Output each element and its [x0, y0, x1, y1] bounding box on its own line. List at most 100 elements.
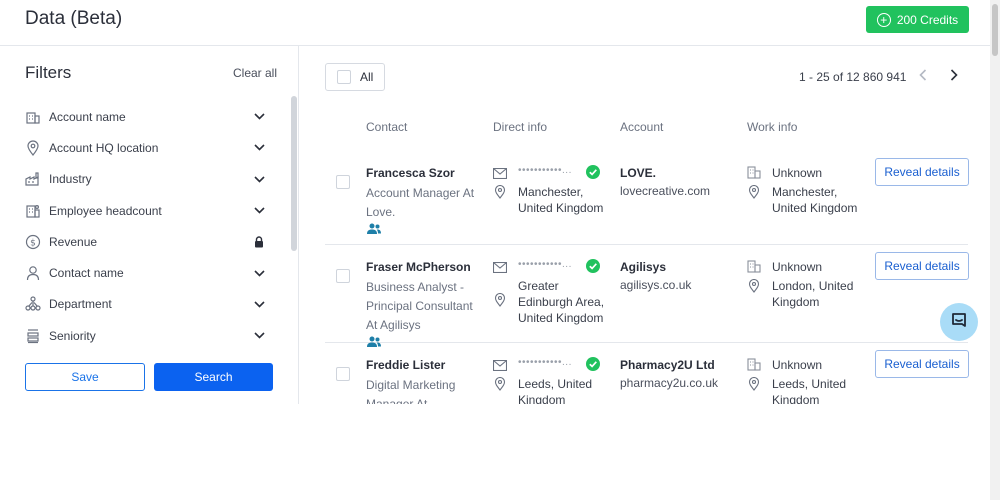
filter-department[interactable]: Department [25, 289, 265, 320]
location-pin-icon [494, 292, 506, 307]
select-all-checkbox[interactable] [337, 70, 351, 84]
row-checkbox[interactable] [336, 175, 350, 189]
contact-location: Greater Edinburgh Area, United Kingdom [518, 279, 605, 325]
contact-title: Account Manager At Love. [366, 186, 475, 219]
filter-seniority[interactable]: Seniority [25, 320, 265, 351]
filter-label: Revenue [49, 234, 98, 249]
chevron-down-icon [253, 173, 265, 185]
work-status: Unknown [772, 260, 823, 274]
select-all-label: All [360, 70, 374, 84]
location-pin-icon [748, 278, 760, 293]
filter-label: Department [49, 297, 112, 312]
filter-list: Account name Account HQ location Industr… [25, 101, 265, 351]
lock-icon [253, 236, 265, 248]
account-name[interactable]: Pharmacy2U Ltd [620, 358, 715, 372]
filter-label: Employee headcount [49, 203, 162, 218]
column-header-account: Account [620, 120, 664, 134]
work-location: London, United Kingdom [772, 279, 854, 309]
filters-scrollbar[interactable] [291, 96, 297, 251]
table-row: Freddie Lister Digital Marketing Manager… [325, 343, 969, 404]
verified-check-icon [586, 357, 600, 371]
column-header-contact: Contact [366, 120, 408, 134]
account-name[interactable]: Agilisys [620, 260, 666, 274]
building-icon [747, 357, 761, 371]
work-location: Manchester, United Kingdom [772, 185, 858, 215]
location-pin-icon [748, 376, 760, 391]
reveal-details-button[interactable]: Reveal details [875, 252, 969, 280]
chevron-down-icon [253, 142, 265, 154]
person-icon [25, 265, 41, 281]
filter-label: Industry [49, 172, 92, 187]
mail-icon [492, 260, 508, 274]
filter-account-name[interactable]: Account name [25, 101, 265, 132]
dollar-icon: $ [25, 234, 41, 250]
contact-name[interactable]: Fraser McPherson [366, 260, 471, 274]
masked-email: •••••••••••... [518, 165, 572, 176]
contact-name[interactable]: Francesca Szor [366, 166, 455, 180]
credits-button[interactable]: + 200 Credits [866, 6, 969, 33]
results-panel: All 1 - 25 of 12 860 941 Contact Direct … [300, 46, 990, 404]
table-row: Fraser McPherson Business Analyst - Prin… [325, 245, 969, 347]
plus-circle-icon: + [876, 12, 891, 27]
account-name[interactable]: LOVE. [620, 166, 656, 180]
contact-name[interactable]: Freddie Lister [366, 358, 445, 372]
filter-revenue[interactable]: $ Revenue [25, 226, 265, 257]
verified-check-icon [586, 259, 600, 273]
factory-icon [25, 171, 41, 187]
ladder-icon [25, 328, 41, 344]
clear-all-link[interactable]: Clear all [233, 66, 277, 80]
filter-label: Account HQ location [49, 140, 159, 155]
filter-label: Contact name [49, 266, 124, 281]
page-scrollbar[interactable] [990, 0, 1000, 500]
verified-check-icon [586, 165, 600, 179]
account-domain: pharmacy2u.co.uk [620, 376, 719, 390]
chat-launcher-button[interactable] [940, 303, 978, 341]
chevron-down-icon [253, 298, 265, 310]
chevron-right-icon[interactable] [950, 68, 962, 82]
column-header-direct-info: Direct info [493, 120, 548, 134]
search-button[interactable]: Search [154, 363, 273, 391]
mail-icon [492, 358, 508, 372]
pagination-range: 1 - 25 of 12 860 941 [799, 70, 907, 84]
row-checkbox[interactable] [336, 367, 350, 381]
chevron-down-icon [253, 205, 265, 217]
column-header-work-info: Work info [747, 120, 798, 134]
filter-employee-headcount[interactable]: Employee headcount [25, 195, 265, 226]
chevron-down-icon [253, 267, 265, 279]
page-title: Data (Beta) [25, 8, 123, 29]
building-icon [25, 109, 41, 125]
location-pin-icon [494, 184, 506, 199]
mail-icon [492, 166, 508, 180]
location-pin-icon [748, 184, 760, 199]
reveal-details-button[interactable]: Reveal details [875, 158, 969, 186]
select-all-button[interactable]: All [325, 63, 385, 91]
contact-location: Leeds, United Kingdom [518, 377, 593, 404]
chevron-down-icon [253, 111, 265, 123]
filters-panel: Filters Clear all Account name Account H… [0, 46, 299, 404]
org-chart-icon [25, 296, 41, 312]
filter-industry[interactable]: Industry [25, 164, 265, 195]
masked-email: •••••••••••... [518, 357, 572, 368]
contact-location: Manchester, United Kingdom [518, 185, 604, 215]
chat-icon [950, 311, 968, 334]
masked-email: •••••••••••... [518, 259, 572, 270]
work-status: Unknown [772, 166, 823, 180]
filter-label: Seniority [49, 328, 96, 343]
chevron-left-icon[interactable] [919, 68, 931, 82]
location-pin-icon [494, 376, 506, 391]
building-icon [747, 259, 761, 273]
row-checkbox[interactable] [336, 269, 350, 283]
account-domain: lovecreative.com [620, 184, 711, 198]
contact-title: Business Analyst - Principal Consultant … [366, 280, 473, 332]
filter-account-hq-location[interactable]: Account HQ location [25, 132, 265, 163]
save-button[interactable]: Save [25, 363, 145, 391]
people-icon [367, 222, 381, 234]
account-domain: agilisys.co.uk [620, 278, 692, 292]
filter-contact-name[interactable]: Contact name [25, 257, 265, 288]
top-bar: Data (Beta) + 200 Credits [0, 0, 990, 46]
work-location: Leeds, United Kingdom [772, 377, 847, 404]
chevron-down-icon [253, 330, 265, 342]
reveal-details-button[interactable]: Reveal details [875, 350, 969, 378]
page-scrollbar-thumb[interactable] [992, 4, 998, 56]
headcount-icon [25, 203, 41, 219]
